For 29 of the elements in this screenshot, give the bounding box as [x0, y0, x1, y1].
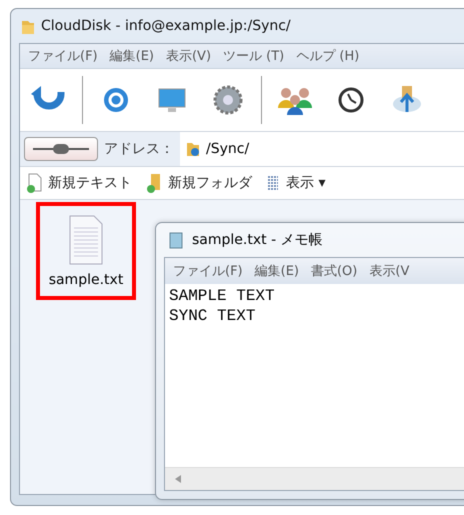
window-title: CloudDisk - info@example.jp:/Sync/ — [41, 18, 291, 34]
menu-item[interactable]: ファイル(F) — [173, 262, 243, 280]
menu-item[interactable]: 表示(V) — [166, 47, 212, 65]
new-folder-icon — [146, 173, 162, 193]
menu-item[interactable]: 編集(E) — [110, 47, 154, 65]
menu-item[interactable]: ファイル(F) — [28, 47, 98, 65]
file-item[interactable]: sample.txt — [36, 202, 136, 300]
notepad-icon — [168, 231, 184, 249]
left-arrow-icon[interactable] — [175, 475, 181, 483]
plug-icon — [31, 143, 91, 155]
toolbar-button[interactable]: 新規テキスト — [24, 173, 134, 193]
menu-item[interactable]: 表示(V — [369, 262, 410, 280]
address-label: アドレス： — [104, 140, 174, 158]
address-field[interactable]: /Sync/ — [180, 132, 464, 166]
menu-item[interactable]: 書式(O) — [310, 262, 358, 280]
toolbar-button[interactable]: 新規フォルダ — [144, 173, 254, 193]
new-file-icon — [26, 173, 42, 193]
toolbar-button[interactable]: 表示 ▾ — [264, 174, 328, 192]
connect-button[interactable] — [24, 137, 98, 161]
menu-item[interactable]: ツール (T) — [223, 47, 284, 65]
file-name: sample.txt — [48, 272, 124, 288]
window-title: sample.txt - メモ帳 — [192, 231, 323, 249]
menu-item[interactable]: ヘルプ (H) — [296, 47, 360, 65]
text-area[interactable]: SAMPLE TEXT SYNC TEXT — [165, 284, 464, 467]
address-value: /Sync/ — [206, 141, 250, 157]
horizontal-scrollbar[interactable] — [165, 467, 464, 490]
list-view-icon — [266, 175, 280, 191]
menu-item[interactable]: 編集(E) — [254, 262, 299, 280]
folder-icon — [186, 141, 200, 157]
